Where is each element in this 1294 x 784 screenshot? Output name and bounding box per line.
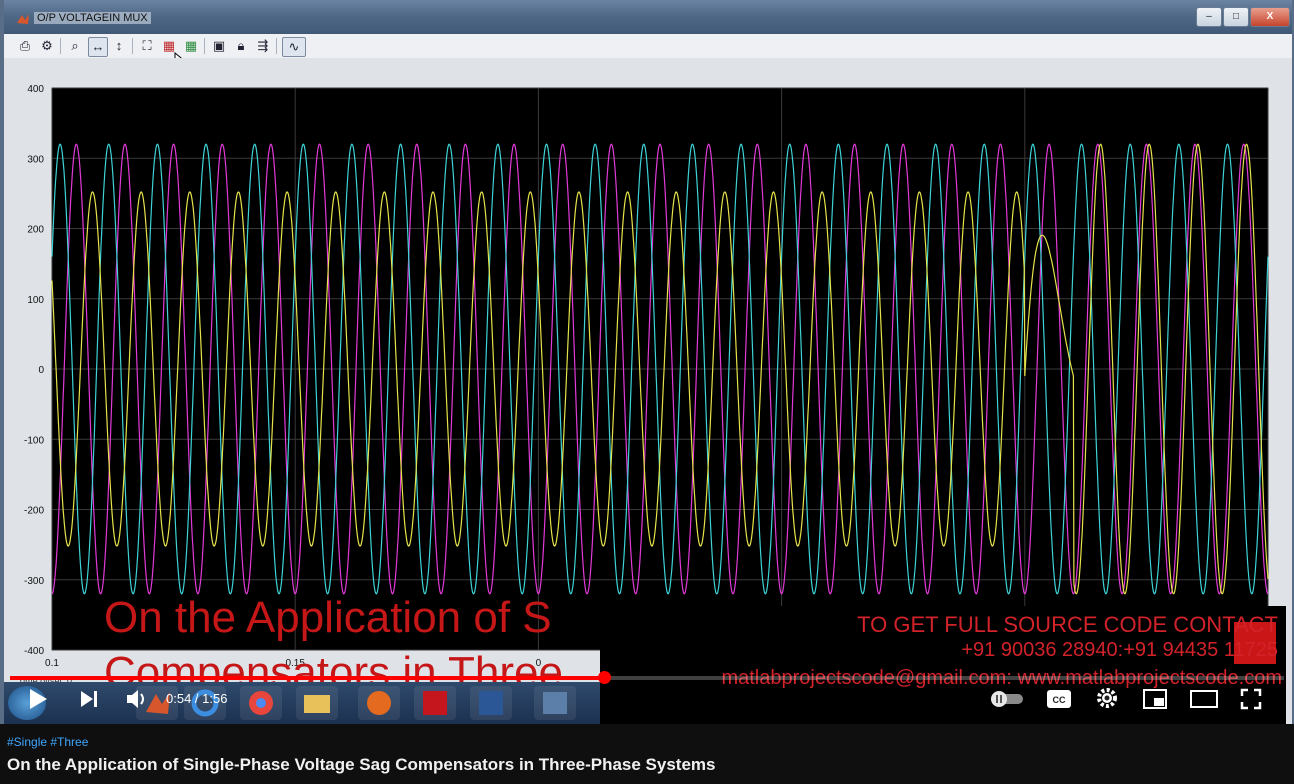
time-display: 0:54 / 1:56 bbox=[166, 691, 228, 706]
signal-selection-icon[interactable]: ⇶ bbox=[254, 37, 272, 55]
contact-phone: +91 90036 28940:+91 94435 11725 bbox=[961, 639, 1278, 661]
explorer-icon[interactable] bbox=[296, 686, 338, 720]
print-icon[interactable]: ⎙ bbox=[16, 37, 34, 55]
video-info: #Single #Three On the Application of Sin… bbox=[0, 724, 1294, 784]
y-tick-label: 300 bbox=[27, 154, 44, 165]
toolbar-divider bbox=[204, 38, 205, 54]
lock-icon[interactable]: 🔒︎ bbox=[232, 37, 250, 55]
progress-scrubber[interactable] bbox=[597, 671, 611, 684]
miniplayer-icon[interactable] bbox=[1142, 688, 1168, 710]
video-player[interactable]: O/P VOLTAGEIN MUX – □ X ⎙ ⚙ ⌕ ↔ ↕ ⛶ ▦ ▦ … bbox=[0, 0, 1294, 724]
progress-bar[interactable] bbox=[10, 671, 1284, 684]
autoplay-toggle[interactable] bbox=[990, 691, 1024, 707]
zoom-yaxis-icon[interactable]: ↕ bbox=[110, 37, 128, 55]
settings-icon[interactable] bbox=[1095, 686, 1119, 710]
volume-icon[interactable] bbox=[124, 686, 150, 712]
chrome-icon[interactable] bbox=[240, 686, 282, 720]
overlay-title-line1: On the Application of S bbox=[104, 593, 552, 642]
theater-icon[interactable] bbox=[1190, 690, 1218, 708]
toolbar-divider bbox=[60, 38, 61, 54]
legend-icon[interactable]: ∿ bbox=[282, 37, 306, 57]
svg-text:CC: CC bbox=[1053, 695, 1066, 705]
y-tick-label: -400 bbox=[24, 646, 44, 657]
progress-fill bbox=[10, 676, 604, 680]
video-title: On the Application of Single-Phase Volta… bbox=[7, 755, 716, 774]
acrobat-icon[interactable] bbox=[414, 686, 456, 720]
y-tick-label: -300 bbox=[24, 576, 44, 587]
x-tick-label: 0.1 bbox=[45, 658, 59, 669]
y-tick-label: -200 bbox=[24, 506, 44, 517]
zoom-xaxis-icon[interactable]: ↔ bbox=[88, 37, 108, 57]
window-titlebar[interactable]: O/P VOLTAGEIN MUX – □ X bbox=[4, 0, 1292, 34]
contact-heading: TO GET FULL SOURCE CODE CONTACT bbox=[857, 612, 1278, 637]
toolbar-divider bbox=[132, 38, 133, 54]
contact-banner: TO GET FULL SOURCE CODE CONTACT +91 9003… bbox=[600, 606, 1286, 724]
floating-scope-icon[interactable]: ▣ bbox=[210, 37, 228, 55]
matlab-icon bbox=[17, 14, 29, 24]
cc-icon[interactable]: CC bbox=[1046, 688, 1072, 710]
firefox-icon[interactable] bbox=[358, 686, 400, 720]
zoom-in-icon[interactable]: ⌕ bbox=[66, 37, 84, 55]
maximize-button[interactable]: □ bbox=[1223, 7, 1249, 27]
video-hashtags[interactable]: #Single #Three bbox=[7, 735, 88, 749]
toolbar-divider bbox=[276, 38, 277, 54]
y-tick-label: 0 bbox=[38, 365, 44, 376]
fullscreen-icon[interactable] bbox=[1240, 688, 1262, 710]
y-tick-label: -100 bbox=[24, 435, 44, 446]
close-button[interactable]: X bbox=[1250, 7, 1290, 27]
autoscale-icon[interactable]: ⛶ bbox=[138, 37, 156, 55]
scope-toolbar: ⎙ ⚙ ⌕ ↔ ↕ ⛶ ▦ ▦ ▣ 🔒︎ ⇶ ∿ bbox=[4, 34, 1292, 71]
next-icon[interactable] bbox=[76, 686, 102, 712]
word-icon[interactable] bbox=[470, 686, 512, 720]
window-title: O/P VOLTAGEIN MUX bbox=[34, 12, 151, 24]
y-tick-label: 400 bbox=[27, 84, 44, 95]
play-icon[interactable] bbox=[22, 684, 52, 714]
minimize-button[interactable]: – bbox=[1196, 7, 1222, 27]
y-tick-label: 100 bbox=[27, 295, 44, 306]
y-tick-label: 200 bbox=[27, 225, 44, 236]
media-icon[interactable] bbox=[534, 686, 576, 720]
parameters-icon[interactable]: ⚙ bbox=[38, 37, 56, 55]
